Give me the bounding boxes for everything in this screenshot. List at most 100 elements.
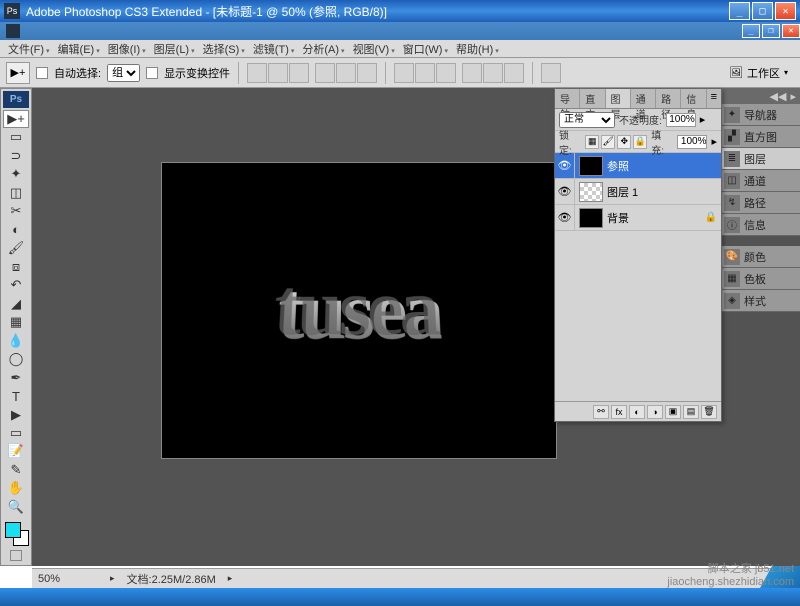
document-canvas[interactable]: tusea [162,163,556,458]
marquee-tool[interactable]: ▭ [3,128,29,146]
adjustment-layer-icon[interactable]: ◑ [647,405,663,419]
menu-window[interactable]: 窗口(W) [399,41,452,57]
show-transform-checkbox[interactable] [146,67,158,79]
foreground-color-swatch[interactable] [5,522,21,538]
distribute-btn[interactable] [462,63,482,83]
menu-layer[interactable]: 图层(L) [150,41,199,57]
menu-help[interactable]: 帮助(H) [452,41,503,57]
new-group-icon[interactable]: ▣ [665,405,681,419]
hand-tool[interactable]: ✋ [3,479,29,497]
heal-tool[interactable]: ◐ [3,221,29,239]
lock-pixels-icon[interactable]: 🖌 [601,135,615,149]
dock-channels[interactable]: ◫通道 [720,170,800,192]
layer-thumbnail[interactable] [579,208,603,228]
menu-view[interactable]: 视图(V) [349,41,399,57]
align-btn[interactable] [336,63,356,83]
blur-tool[interactable]: 💧 [3,331,29,349]
pen-tool[interactable]: ✒ [3,368,29,386]
distribute-btn[interactable] [394,63,414,83]
lock-transparency-icon[interactable]: ▦ [585,135,599,149]
dock-paths[interactable]: ↯路径 [720,192,800,214]
zoom-tool[interactable]: 🔍 [3,498,29,516]
layer-name[interactable]: 参照 [607,158,721,174]
menu-select[interactable]: 选择(S) [199,41,249,57]
stamp-tool[interactable]: ⧈ [3,258,29,276]
layer-style-icon[interactable]: fx [611,405,627,419]
layer-name[interactable]: 背景 [607,210,705,226]
align-btn[interactable] [315,63,335,83]
auto-select-dropdown[interactable]: 组 [107,64,140,82]
layer-thumbnail[interactable] [579,156,603,176]
notes-tool[interactable]: 📝 [3,442,29,460]
doc-info-arrow-icon[interactable]: ▸ [228,573,233,584]
tab-channels[interactable]: 通道 [631,89,656,108]
opacity-arrow-icon[interactable]: ▸ [700,113,706,126]
quickmask-button[interactable] [10,550,22,561]
path-select-tool[interactable]: ▶ [3,405,29,423]
dock-color[interactable]: 🎨颜色 [720,246,800,268]
dock-histogram[interactable]: ▞直方图 [720,126,800,148]
doc-restore-button[interactable]: ❐ [762,24,780,38]
tab-navigator[interactable]: 导航 [555,89,580,108]
menu-analysis[interactable]: 分析(A) [298,41,348,57]
minimize-button[interactable]: _ [729,2,750,20]
layer-row[interactable]: 👁 图层 1 [555,179,721,205]
panel-menu-icon[interactable]: ≡ [707,89,721,108]
windows-taskbar[interactable] [0,588,800,606]
dock-styles[interactable]: ◈样式 [720,290,800,312]
menu-image[interactable]: 图像(I) [104,41,150,57]
type-tool[interactable]: T [3,387,29,405]
color-swatches[interactable] [3,520,29,548]
tab-layers[interactable]: 图层 [606,89,631,108]
tab-histogram[interactable]: 直方 [580,89,605,108]
dock-collapse-bar[interactable]: ◀◀▸ [720,88,800,104]
history-brush-tool[interactable]: ↶ [3,276,29,294]
zoom-arrow-icon[interactable]: ▸ [110,573,115,584]
layer-row[interactable]: 👁 参照 [555,153,721,179]
auto-select-checkbox[interactable] [36,67,48,79]
shape-tool[interactable]: ▭ [3,424,29,442]
dock-info[interactable]: ⓘ信息 [720,214,800,236]
workspace-switcher[interactable]: 🖼 工作区 [723,63,794,83]
dock-layers[interactable]: ≣图层 [720,148,800,170]
dodge-tool[interactable]: ◯ [3,350,29,368]
distribute-btn[interactable] [415,63,435,83]
menu-filter[interactable]: 滤镜(T) [249,41,299,57]
blend-mode-dropdown[interactable]: 正常 [559,112,615,128]
current-tool-icon[interactable]: ▶+ [6,62,30,84]
fill-arrow-icon[interactable]: ▸ [711,135,717,148]
lasso-tool[interactable]: ⊃ [3,147,29,165]
dock-swatches[interactable]: ▦色板 [720,268,800,290]
lock-all-icon[interactable]: 🔒 [633,135,647,149]
arrange-btn[interactable] [541,63,561,83]
distribute-btn[interactable] [504,63,524,83]
layer-name[interactable]: 图层 1 [607,184,721,200]
lock-position-icon[interactable]: ✥ [617,135,631,149]
distribute-btn[interactable] [436,63,456,83]
layer-row[interactable]: 👁 背景 🔒 [555,205,721,231]
fill-input[interactable] [677,135,707,149]
doc-info[interactable]: 文档:2.25M/2.86M [127,571,216,587]
tab-paths[interactable]: 路径 [656,89,681,108]
move-tool[interactable]: ▶+ [3,110,29,129]
tab-info[interactable]: 信息 [681,89,706,108]
distribute-btn[interactable] [483,63,503,83]
crop-tool[interactable]: ◫ [3,184,29,202]
visibility-toggle[interactable]: 👁 [555,153,575,178]
align-btn[interactable] [247,63,267,83]
layer-mask-icon[interactable]: ◐ [629,405,645,419]
close-button[interactable]: ✕ [775,2,796,20]
menu-edit[interactable]: 编辑(E) [54,41,104,57]
wand-tool[interactable]: ✦ [3,165,29,183]
eyedropper-tool[interactable]: ✎ [3,461,29,479]
doc-minimize-button[interactable]: _ [742,24,760,38]
zoom-field[interactable]: 50% [38,573,98,585]
align-btn[interactable] [268,63,288,83]
opacity-input[interactable] [666,113,696,127]
slice-tool[interactable]: ✂ [3,202,29,220]
doc-close-button[interactable]: ✕ [782,24,800,38]
new-layer-icon[interactable]: ▤ [683,405,699,419]
dock-navigator[interactable]: ✦导航器 [720,104,800,126]
align-btn[interactable] [357,63,377,83]
menu-file[interactable]: 文件(F) [4,41,54,57]
